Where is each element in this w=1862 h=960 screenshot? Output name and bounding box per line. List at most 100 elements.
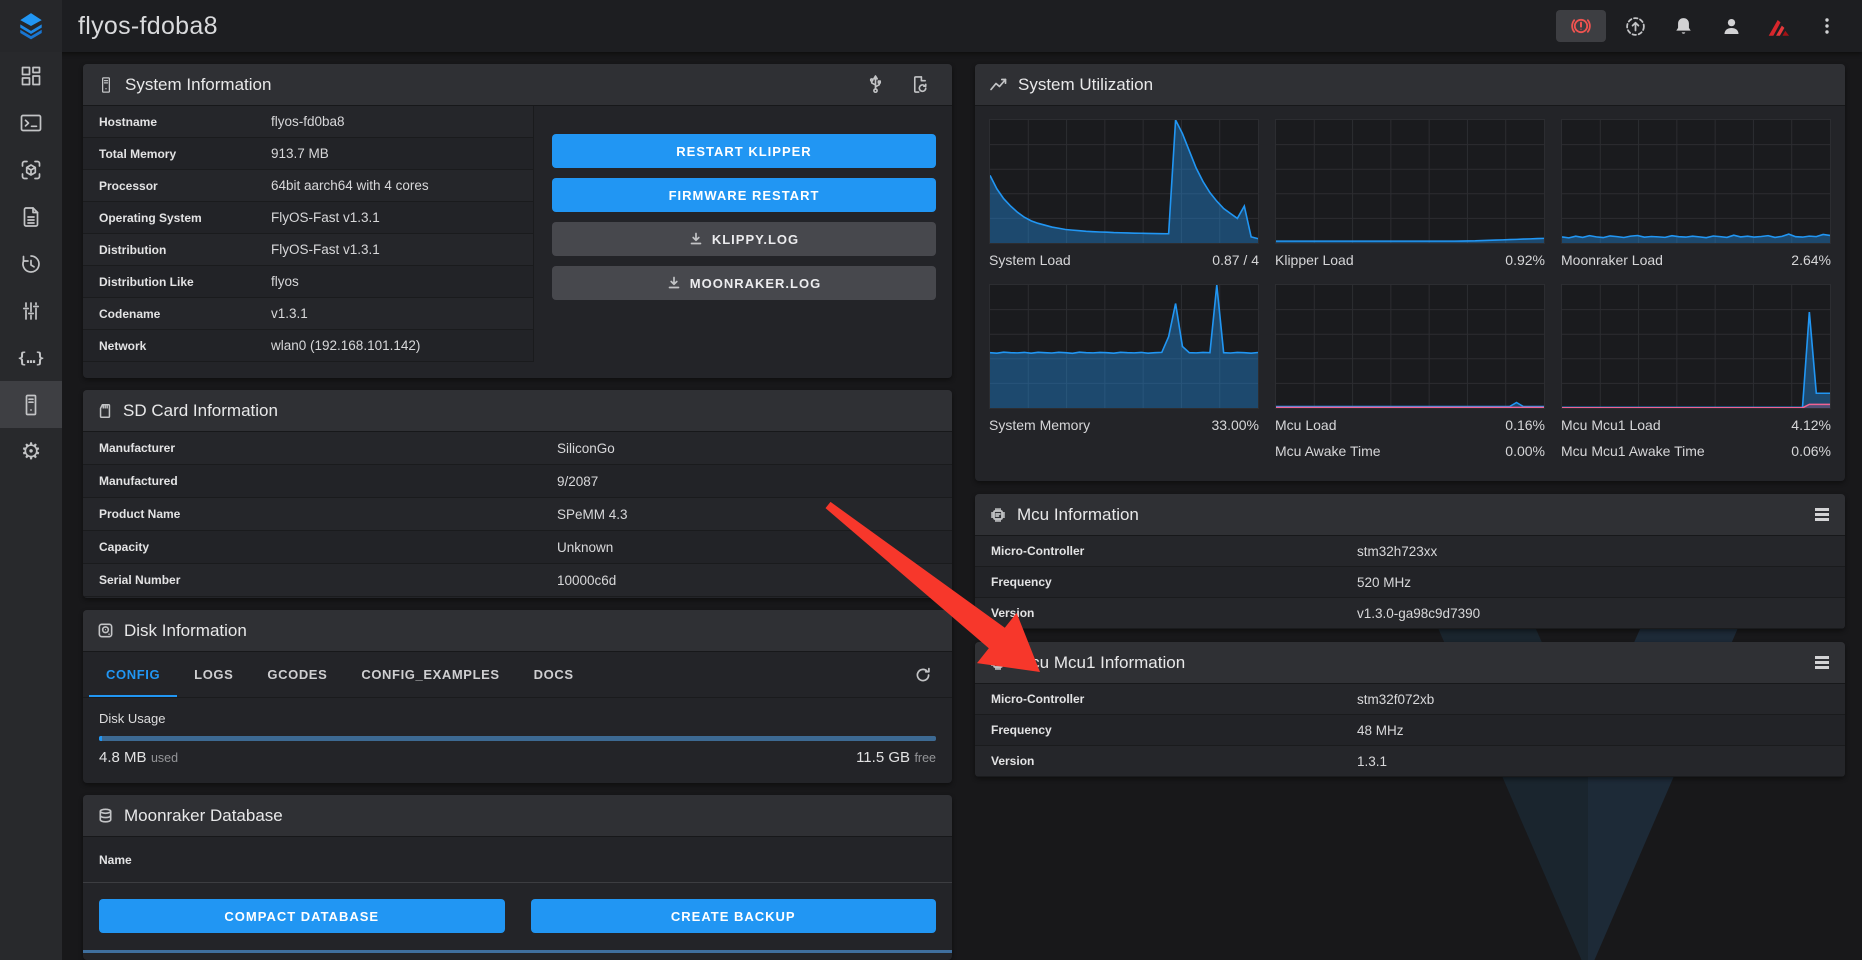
klippy-log-button[interactable]: KLIPPY.LOG bbox=[552, 222, 936, 256]
tab-label: CONFIG bbox=[106, 667, 160, 682]
row-label: Frequency bbox=[991, 575, 1357, 589]
usb-icon bbox=[867, 74, 884, 95]
row-value: FlyOS-Fast v1.3.1 bbox=[271, 242, 380, 257]
chart-cell-system-memory: System Memory33.00% bbox=[989, 284, 1259, 461]
table-row: Versionv1.3.0-ga98c9d7390 bbox=[975, 598, 1845, 629]
tab-gcodes[interactable]: GCODES bbox=[250, 652, 344, 697]
sidebar: {…} ⚙ bbox=[0, 52, 62, 960]
tab-config[interactable]: CONFIG bbox=[89, 652, 177, 697]
stat-label: Mcu Load bbox=[1275, 415, 1336, 435]
refresh-disk-button[interactable] bbox=[908, 660, 938, 690]
sidebar-item-settings[interactable]: ⚙ bbox=[0, 428, 62, 475]
usb-devices-button[interactable] bbox=[862, 72, 888, 98]
row-value: 520 MHz bbox=[1357, 575, 1411, 590]
chip-icon bbox=[989, 654, 1007, 672]
table-row: Frequency48 MHz bbox=[975, 715, 1845, 746]
disk-values: 4.8 MB used 11.5 GB free bbox=[99, 749, 936, 767]
stat-row: Mcu Mcu1 Awake Time0.06% bbox=[1561, 441, 1831, 461]
chart-line-icon bbox=[989, 76, 1008, 93]
mcu-information-header: Mcu Information bbox=[975, 494, 1845, 536]
mcu-information-table: Micro-Controllerstm32h723xx Frequency520… bbox=[975, 536, 1845, 629]
stat-row: Mcu Awake Time0.00% bbox=[1275, 441, 1545, 461]
sidebar-item-gcode-preview[interactable] bbox=[0, 146, 62, 193]
system-action-buttons: RESTART KLIPPER FIRMWARE RESTART KLIPPY.… bbox=[534, 106, 952, 362]
row-label: Distribution Like bbox=[99, 275, 271, 289]
row-label: Version bbox=[991, 606, 1357, 620]
history-icon bbox=[19, 252, 43, 276]
klipper-load-chart bbox=[1275, 119, 1545, 244]
stat-label: Mcu Awake Time bbox=[1275, 441, 1381, 461]
gear-icon: ⚙ bbox=[21, 440, 42, 463]
stat-label: System Load bbox=[989, 250, 1071, 270]
overflow-menu-button[interactable] bbox=[1808, 9, 1846, 43]
layers-logo-icon bbox=[16, 11, 46, 41]
system-information-table: Hostnameflyos-fd0ba8 Total Memory913.7 M… bbox=[83, 106, 534, 362]
sidebar-item-tune[interactable] bbox=[0, 287, 62, 334]
tab-label: GCODES bbox=[267, 667, 327, 682]
table-row: Micro-Controllerstm32f072xb bbox=[975, 684, 1845, 715]
row-label: Manufacturer bbox=[99, 441, 557, 455]
sd-card-icon bbox=[97, 402, 113, 420]
mcu-menu-button[interactable] bbox=[1813, 504, 1831, 525]
button-label: KLIPPY.LOG bbox=[712, 232, 799, 247]
moonraker-database-header: Moonraker Database bbox=[83, 795, 952, 837]
app-logo[interactable] bbox=[0, 0, 62, 52]
mcu1-menu-button[interactable] bbox=[1813, 652, 1831, 673]
console-icon bbox=[19, 111, 43, 135]
create-backup-button[interactable]: CREATE BACKUP bbox=[531, 899, 937, 933]
sidebar-item-history[interactable] bbox=[0, 240, 62, 287]
compact-database-button[interactable]: COMPACT DATABASE bbox=[99, 899, 505, 933]
tab-logs[interactable]: LOGS bbox=[177, 652, 250, 697]
account-button[interactable] bbox=[1712, 9, 1750, 43]
row-value: 1.3.1 bbox=[1357, 754, 1387, 769]
left-column: System Information bbox=[83, 64, 952, 960]
row-value: wlan0 (192.168.101.142) bbox=[271, 338, 420, 353]
fly-brand-button[interactable] bbox=[1760, 9, 1798, 43]
update-button[interactable] bbox=[1616, 9, 1654, 43]
chart-cell-klipper-load: Klipper Load0.92% bbox=[1275, 119, 1545, 270]
disk-usage-label: Disk Usage bbox=[99, 711, 936, 726]
mcu-information-panel: Mcu Information Micro-Controllerstm32h72… bbox=[975, 494, 1845, 629]
panel-title: Mcu Mcu1 Information bbox=[1017, 653, 1185, 673]
mcu-mcu1-information-panel: Mcu Mcu1 Information Micro-Controllerstm… bbox=[975, 642, 1845, 777]
moonraker-database-panel: Moonraker Database Name COMPACT DATABASE… bbox=[83, 795, 952, 960]
table-row: Total Memory913.7 MB bbox=[83, 138, 534, 170]
row-value: 913.7 MB bbox=[271, 146, 329, 161]
firmware-restart-button[interactable]: FIRMWARE RESTART bbox=[552, 178, 936, 212]
chart-cell-mcu-load: Mcu Load0.16% Mcu Awake Time0.00% bbox=[1275, 284, 1545, 461]
sidebar-item-console[interactable] bbox=[0, 99, 62, 146]
row-label: Frequency bbox=[991, 723, 1357, 737]
sd-card-header: SD Card Information bbox=[83, 390, 952, 432]
row-value: SPeMM 4.3 bbox=[557, 507, 628, 522]
reload-system-info-button[interactable] bbox=[906, 72, 932, 98]
row-value: Unknown bbox=[557, 540, 613, 555]
stat-value: 0.87 / 4 bbox=[1212, 250, 1259, 270]
tab-config-examples[interactable]: CONFIG_EXAMPLES bbox=[344, 652, 516, 697]
row-value: stm32f072xb bbox=[1357, 692, 1434, 707]
tab-docs[interactable]: DOCS bbox=[517, 652, 591, 697]
sidebar-item-files[interactable] bbox=[0, 193, 62, 240]
moonraker-log-button[interactable]: MOONRAKER.LOG bbox=[552, 266, 936, 300]
tune-icon bbox=[19, 299, 43, 323]
row-label: Processor bbox=[99, 179, 271, 193]
sidebar-item-machine[interactable] bbox=[0, 381, 62, 428]
column-header-name: Name bbox=[99, 853, 132, 867]
disk-tabs: CONFIG LOGS GCODES CONFIG_EXAMPLES DOCS bbox=[83, 652, 952, 698]
stat-row: System Memory33.00% bbox=[989, 415, 1259, 435]
sidebar-item-dashboard[interactable] bbox=[0, 52, 62, 99]
file-icon bbox=[19, 205, 43, 229]
stat-label: Klipper Load bbox=[1275, 250, 1354, 270]
row-label: Total Memory bbox=[99, 147, 271, 161]
emergency-stop-button[interactable] bbox=[1556, 10, 1606, 42]
right-column: System Utilization System Load 0.87 / 4 K… bbox=[975, 64, 1845, 777]
sidebar-item-config-editor[interactable]: {…} bbox=[0, 334, 62, 381]
restart-klipper-button[interactable]: RESTART KLIPPER bbox=[552, 134, 936, 168]
stat-row: Mcu Load0.16% bbox=[1275, 415, 1545, 435]
notifications-button[interactable] bbox=[1664, 9, 1702, 43]
tab-label: DOCS bbox=[534, 667, 574, 682]
system-memory-chart bbox=[989, 284, 1259, 409]
system-utilization-header: System Utilization bbox=[975, 64, 1845, 106]
disk-used-value: 4.8 MB bbox=[99, 749, 147, 766]
button-label: COMPACT DATABASE bbox=[224, 909, 379, 924]
disk-usage-bar bbox=[99, 736, 936, 741]
